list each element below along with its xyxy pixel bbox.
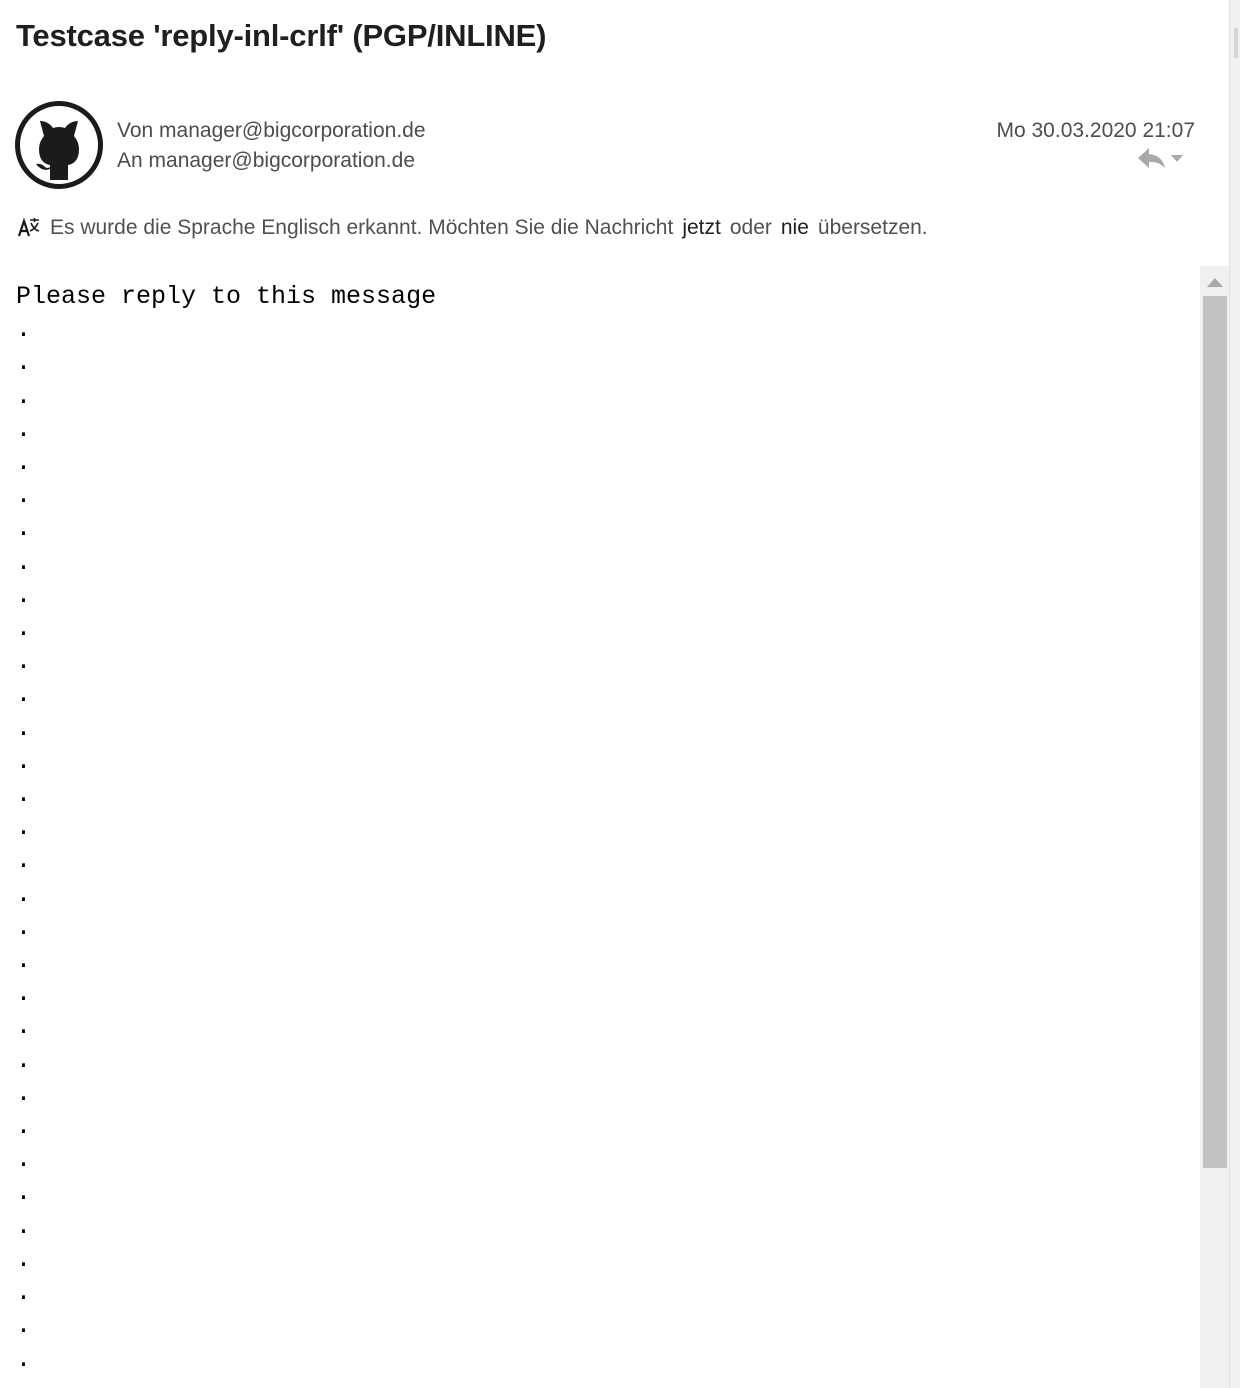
translation-middle: oder: [729, 216, 772, 239]
translate-icon: [17, 217, 40, 237]
message-body: Please reply to this message . . . . . .…: [0, 266, 1200, 1388]
to-line[interactable]: An manager@bigcorporation.de: [117, 149, 415, 173]
sender-avatar[interactable]: [15, 101, 103, 189]
translation-prefix: Es wurde die Sprache Englisch erkannt. M…: [50, 216, 674, 239]
pane-edge-marker: [1234, 28, 1238, 58]
email-reading-pane: Testcase 'reply-inl-crlf' (PGP/INLINE) V…: [0, 0, 1240, 1388]
body-scrollbar[interactable]: [1200, 266, 1230, 1388]
pane-right-edge: [1229, 0, 1240, 1388]
message-body-text: Please reply to this message . . . . . .…: [16, 282, 437, 1374]
scrollbar-thumb[interactable]: [1203, 296, 1227, 1168]
email-subject: Testcase 'reply-inl-crlf' (PGP/INLINE): [16, 18, 547, 53]
message-date: Mo 30.03.2020 21:07: [996, 119, 1196, 142]
github-octocat-icon: [15, 101, 103, 189]
translate-now-link[interactable]: jetzt: [682, 216, 721, 240]
translation-banner: Es wurde die Sprache Englisch erkannt. M…: [17, 216, 928, 240]
reply-arrow-icon[interactable]: [1136, 146, 1166, 170]
scroll-up-arrow-icon[interactable]: [1207, 278, 1223, 287]
from-line[interactable]: Von manager@bigcorporation.de: [117, 119, 426, 143]
translation-suffix: übersetzen.: [817, 216, 928, 239]
reply-actions[interactable]: [1136, 146, 1184, 170]
chevron-down-icon[interactable]: [1170, 153, 1184, 163]
translate-never-link[interactable]: nie: [781, 216, 809, 240]
